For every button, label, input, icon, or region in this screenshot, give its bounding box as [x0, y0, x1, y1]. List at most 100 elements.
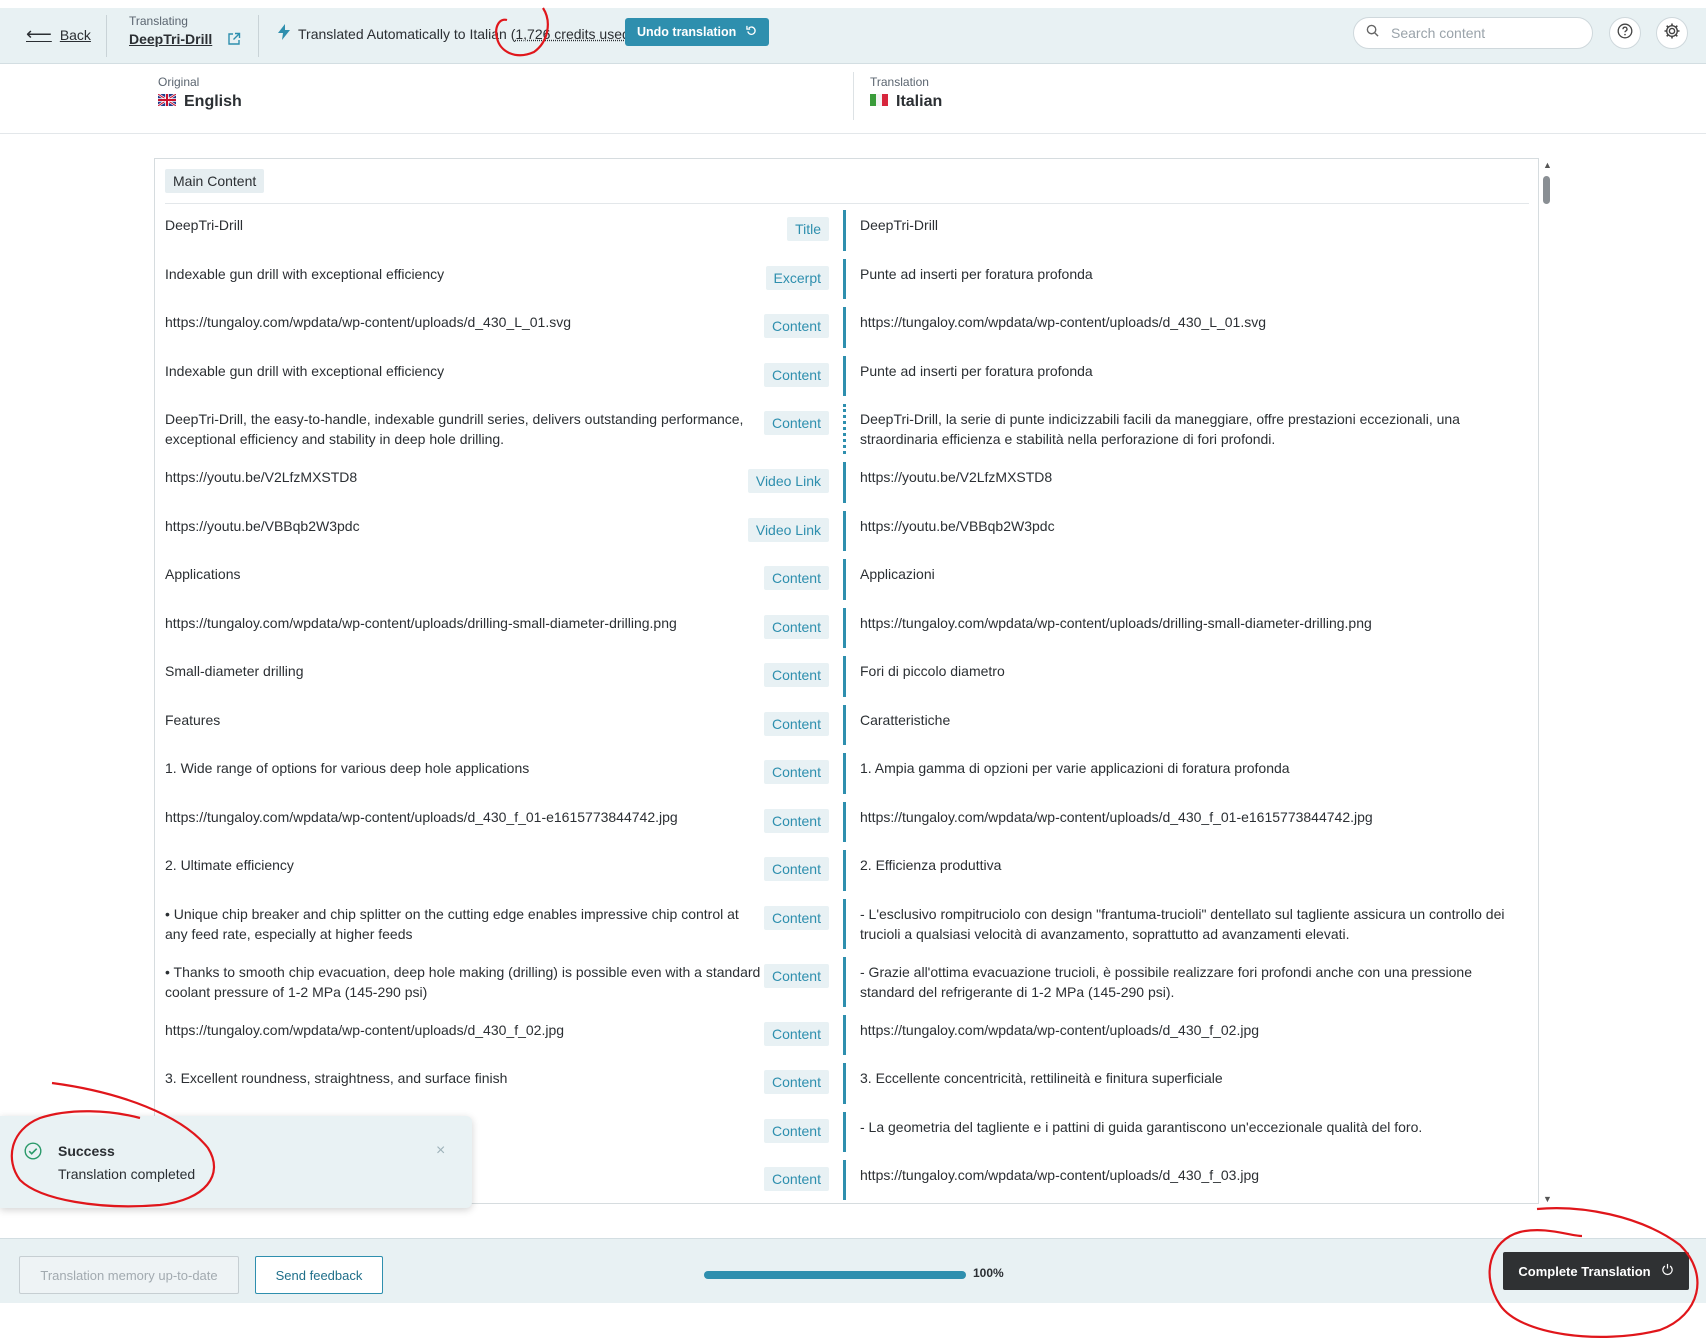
undo-label: Undo translation	[637, 25, 737, 39]
settings-button[interactable]	[1656, 17, 1688, 49]
translation-row[interactable]: Features Content Caratteristiche	[155, 701, 1538, 749]
translation-row[interactable]: DeepTri-Drill, the easy-to-handle, index…	[155, 400, 1538, 458]
original-caption: Original	[158, 75, 200, 89]
field-type: Content	[763, 895, 843, 953]
translation-text[interactable]: DeepTri-Drill, la serie di punte indiciz…	[846, 400, 1538, 458]
field-type-tag: Content	[763, 906, 829, 930]
uk-flag-icon	[157, 93, 177, 111]
progress-bar	[704, 1271, 966, 1279]
translation-text[interactable]: https://tungaloy.com/wpdata/wp-content/u…	[846, 303, 1538, 352]
translation-text[interactable]: - La geometria del tagliente e i pattini…	[846, 1108, 1538, 1156]
field-type: Content	[763, 846, 843, 895]
italy-flag-icon	[870, 93, 888, 111]
progress-percent: 100%	[973, 1266, 1004, 1280]
field-type-tag: Content	[763, 964, 829, 988]
field-type-tag: Content	[763, 1022, 829, 1046]
back-link[interactable]: ⟵ Back	[26, 24, 91, 45]
translation-row[interactable]: Indexable gun drill with exceptional eff…	[155, 255, 1538, 303]
field-type: Content	[763, 352, 843, 400]
translation-text[interactable]: Caratteristiche	[846, 701, 1538, 749]
auto-prefix: Translated Automatically to Italian (	[298, 25, 516, 42]
translation-text[interactable]: Applicazioni	[846, 555, 1538, 604]
translation-text[interactable]: - L'esclusivo rompitruciolo con design "…	[846, 895, 1538, 953]
help-button[interactable]	[1609, 17, 1641, 49]
field-type-tag: Content	[763, 663, 829, 687]
translation-row[interactable]: https://tungaloy.com/wpdata/wp-content/u…	[155, 604, 1538, 652]
field-type-tag: Video Link	[747, 518, 829, 542]
translation-language-name: Italian	[896, 93, 943, 110]
translation-text[interactable]: 1. Ampia gamma di opzioni per varie appl…	[846, 749, 1538, 798]
search-box[interactable]	[1353, 17, 1593, 49]
complete-translation-button[interactable]: Complete Translation	[1503, 1252, 1689, 1290]
close-icon[interactable]: ×	[436, 1142, 445, 1160]
translation-text[interactable]: 3. Eccellente concentricità, rettilineit…	[846, 1059, 1538, 1108]
scroll-down-arrow-icon[interactable]: ▼	[1543, 1194, 1552, 1204]
translation-row[interactable]: • Unique chip breaker and chip splitter …	[155, 895, 1538, 953]
original-text: • Thanks to smooth chip evacuation, deep…	[165, 964, 761, 1000]
translation-text[interactable]: https://tungaloy.com/wpdata/wp-content/u…	[846, 798, 1538, 846]
back-label: Back	[59, 26, 91, 43]
translation-row[interactable]: 2. Ultimate efficiency Content 2. Efficien…	[155, 846, 1538, 895]
bottom-bar: Translation memory up-to-date Send feedb…	[0, 1238, 1706, 1303]
power-icon	[1661, 1263, 1674, 1279]
original-text: https://youtu.be/V2LfzMXSTD8	[165, 469, 358, 485]
translation-text[interactable]: 2. Efficienza produttiva	[846, 846, 1538, 895]
translation-row[interactable]: https://tungaloy.com/wpdata/wp-content/u…	[155, 303, 1538, 352]
translation-text[interactable]: https://youtu.be/V2LfzMXSTD8	[846, 458, 1538, 507]
field-type-tag: Content	[763, 1070, 829, 1094]
field-type-tag: Content	[763, 363, 829, 387]
field-type-tag: Video Link	[747, 469, 829, 493]
document-name-link[interactable]: DeepTri-Drill	[129, 31, 212, 47]
translation-editor: ⟵ Back Translating DeepTri-Drill Transla…	[0, 0, 1706, 1340]
scroll-up-arrow-icon[interactable]: ▲	[1543, 160, 1552, 170]
translation-row[interactable]: https://tungaloy.com/wpdata/wp-content/u…	[155, 798, 1538, 846]
translation-text[interactable]: - Grazie all'ottima evacuazione trucioli…	[846, 953, 1538, 1011]
translation-row[interactable]: https://youtu.be/V2LfzMXSTD8 Video Link ht…	[155, 458, 1538, 507]
toast-title: Success	[58, 1143, 115, 1159]
translation-row[interactable]: DeepTri-Drill Title DeepTri-Drill	[155, 206, 1538, 255]
original-text: Indexable gun drill with exceptional eff…	[165, 266, 445, 282]
translation-rows: DeepTri-Drill Title DeepTri-Drill Indexable…	[155, 206, 1538, 1203]
translation-text[interactable]: Punte ad inserti per foratura profonda	[846, 352, 1538, 400]
undo-translation-button[interactable]: Undo translation	[625, 18, 770, 46]
field-type: Content	[763, 400, 843, 458]
translation-text[interactable]: https://tungaloy.com/wpdata/wp-content/u…	[846, 1156, 1538, 1203]
translation-text[interactable]: DeepTri-Drill	[846, 206, 1538, 255]
translation-text[interactable]: Punte ad inserti per foratura profonda	[846, 255, 1538, 303]
translation-row[interactable]: Applications Content Applicazioni	[155, 555, 1538, 604]
translation-text[interactable]: https://youtu.be/VBBqb2W3pdc	[846, 507, 1538, 555]
translation-row[interactable]: https://tungaloy.com/wpdata/wp-content/u…	[155, 1011, 1538, 1059]
help-icon	[1617, 23, 1633, 44]
auto-translation-status: Translated Automatically to Italian (1,7…	[278, 24, 634, 43]
original-language-name: English	[184, 93, 242, 110]
scrollbar-thumb[interactable]	[1543, 176, 1550, 204]
translation-row[interactable]: Small-diameter drilling Content Fori di pi…	[155, 652, 1538, 701]
translation-text[interactable]: https://tungaloy.com/wpdata/wp-content/u…	[846, 1011, 1538, 1059]
translation-text[interactable]: https://tungaloy.com/wpdata/wp-content/u…	[846, 604, 1538, 652]
field-type: Content	[763, 604, 843, 652]
translation-row[interactable]: Indexable gun drill with exceptional eff…	[155, 352, 1538, 400]
top-bar: ⟵ Back Translating DeepTri-Drill Transla…	[0, 8, 1706, 64]
translation-text[interactable]: Fori di piccolo diametro	[846, 652, 1538, 701]
translating-info: Translating DeepTri-Drill	[129, 14, 241, 51]
divider	[106, 15, 107, 57]
original-text: 2. Ultimate efficiency	[165, 857, 294, 873]
send-feedback-button[interactable]: Send feedback	[255, 1256, 383, 1294]
field-type: Content	[763, 303, 843, 352]
translation-memory-button[interactable]: Translation memory up-to-date	[19, 1256, 239, 1294]
translation-row[interactable]: • Thanks to smooth chip evacuation, deep…	[155, 953, 1538, 1011]
search-input[interactable]	[1391, 25, 1571, 41]
scrollbar[interactable]: ▲ ▼	[1541, 160, 1553, 1204]
external-link-icon[interactable]	[227, 32, 241, 51]
translation-row[interactable]: https://youtu.be/VBBqb2W3pdc Video Link ht…	[155, 507, 1538, 555]
field-type-tag: Content	[763, 857, 829, 881]
translation-language-name-wrap: Italian	[870, 93, 942, 111]
toast-message: Translation completed	[58, 1166, 196, 1182]
field-type-tag: Title	[787, 217, 829, 241]
field-type: Content	[763, 749, 843, 798]
translation-row[interactable]: 3. Excellent roundness, straightness, an…	[155, 1059, 1538, 1108]
original-text: https://tungaloy.com/wpdata/wp-content/u…	[165, 809, 678, 825]
translation-row[interactable]: 1. Wide range of options for various dee…	[155, 749, 1538, 798]
original-text: https://youtu.be/VBBqb2W3pdc	[165, 518, 360, 534]
field-type: Excerpt	[763, 255, 843, 303]
